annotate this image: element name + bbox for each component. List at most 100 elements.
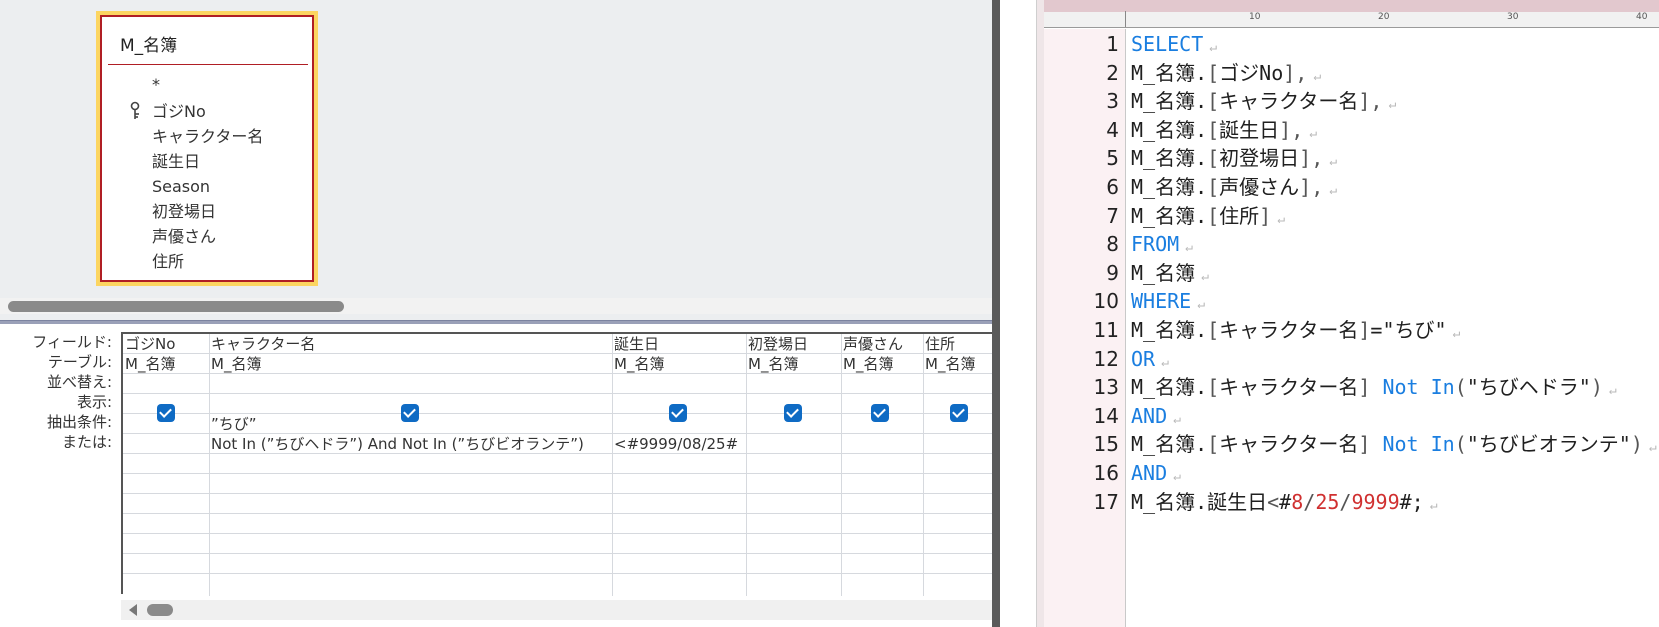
grid-table-cell[interactable]: M_名簿	[614, 354, 664, 374]
sql-token: [	[1207, 203, 1220, 228]
grid-field-cell[interactable]: 初登場日	[748, 334, 808, 354]
grid-table-cell[interactable]: M_名簿	[843, 354, 893, 374]
code-line[interactable]: M_名簿.[誕生日], ↵	[1131, 116, 1317, 144]
line-number: 1	[1106, 32, 1119, 56]
newline-marker-icon: ↵	[1608, 383, 1617, 399]
sql-token: M_名簿.	[1131, 375, 1208, 400]
code-line[interactable]: AND ↵	[1131, 459, 1181, 487]
newline-marker-icon: ↵	[1161, 354, 1169, 370]
sql-token: )	[1590, 375, 1603, 400]
field-item-gojino[interactable]: ゴジNo	[152, 100, 206, 124]
field-item-first-appearance[interactable]: 初登場日	[152, 200, 216, 224]
table-pane-scroll-thumb[interactable]	[8, 301, 344, 312]
newline-marker-icon: ↵	[1209, 40, 1218, 55]
newline-marker-icon: ↵	[1388, 97, 1397, 113]
grid-column-divider[interactable]	[841, 334, 842, 596]
show-checkbox[interactable]	[669, 404, 687, 422]
line-number: 16	[1093, 461, 1119, 485]
code-line[interactable]: M_名簿.[住所] ↵	[1131, 202, 1285, 230]
field-item-season[interactable]: Season	[152, 175, 210, 199]
design-grid[interactable]: ゴジNo M_名簿 キャラクター名 M_名簿 ”ちび” Not In (”ちびヘ…	[121, 332, 994, 596]
sql-token: (	[1454, 432, 1467, 457]
table-pane-scrollbar[interactable]	[0, 298, 992, 314]
show-checkbox[interactable]	[784, 404, 802, 422]
grid-column-divider[interactable]	[612, 334, 613, 596]
grid-scroll-thumb[interactable]	[147, 604, 173, 616]
sql-token: )	[1630, 432, 1643, 457]
field-item-all[interactable]: *	[152, 73, 160, 97]
field-item-birthday[interactable]: 誕生日	[152, 150, 200, 174]
field-item-address[interactable]: 住所	[152, 250, 184, 274]
line-number-gutter: 1 2 3 4 5 6 7 8 9 10 11 12 13 14 15 16 17	[1044, 29, 1126, 627]
grid-scrollbar[interactable]	[121, 600, 992, 620]
code-line[interactable]: M_名簿.[声優さん], ↵	[1131, 173, 1337, 201]
code-line[interactable]: M_名簿.[キャラクター名] Not In("ちびビオランテ") ↵	[1131, 430, 1657, 458]
code-line[interactable]: M_名簿 ↵	[1131, 259, 1209, 287]
grid-criteria-cell[interactable]: ”ちび”	[211, 414, 257, 434]
line-number: 12	[1093, 346, 1119, 371]
line-number: 10	[1093, 289, 1119, 314]
sql-token: ]	[1259, 203, 1272, 228]
grid-or-cell[interactable]: Not In (”ちびヘドラ”) And Not In (”ちびビオランテ”)	[211, 434, 584, 454]
sql-keyword: WHERE	[1131, 289, 1192, 314]
grid-table-cell[interactable]: M_名簿	[925, 354, 975, 374]
grid-column-divider[interactable]	[746, 334, 747, 596]
grid-field-cell[interactable]: キャラクター名	[211, 334, 315, 354]
show-checkbox[interactable]	[401, 404, 419, 422]
code-line[interactable]: AND ↵	[1131, 402, 1181, 430]
show-checkbox[interactable]	[950, 404, 968, 422]
sql-token: (	[1454, 375, 1467, 400]
grid-field-cell[interactable]: 住所	[925, 334, 955, 354]
sql-token: "ちびビオランテ"	[1466, 432, 1631, 457]
table-field-list-border: M_名簿 * ゴジNo キャラクター名 誕生日 Season 初登場日 声優さん…	[100, 15, 314, 282]
sql-token: [	[1207, 175, 1220, 199]
sql-token: 初登場日	[1219, 146, 1300, 171]
grid-table-cell[interactable]: M_名簿	[748, 354, 798, 374]
code-line[interactable]: M_名簿.[ゴジNo], ↵	[1131, 59, 1321, 87]
grid-column-divider[interactable]	[923, 334, 924, 596]
sql-token: /	[1303, 489, 1316, 514]
field-item-voice-actor[interactable]: 声優さん	[152, 225, 216, 249]
editor-margin-strip	[1036, 0, 1044, 627]
sql-token: キャラクター名	[1219, 375, 1359, 400]
grid-field-cell[interactable]: ゴジNo	[125, 334, 175, 354]
code-line[interactable]: M_名簿.[キャラクター名], ↵	[1131, 87, 1396, 115]
grid-table-cell[interactable]: M_名簿	[125, 354, 175, 374]
sql-token: M_名簿.	[1131, 60, 1208, 85]
code-line[interactable]: WHERE ↵	[1131, 287, 1205, 315]
sql-number: 9999	[1351, 489, 1400, 514]
scroll-left-arrow-icon[interactable]	[129, 604, 137, 616]
sql-token: ]	[1358, 375, 1383, 400]
code-line[interactable]: SELECT ↵	[1131, 30, 1217, 58]
field-item-character-name[interactable]: キャラクター名	[152, 125, 263, 149]
code-line[interactable]: M_名簿.[初登場日], ↵	[1131, 144, 1337, 172]
grid-line	[123, 493, 994, 494]
grid-column-divider[interactable]	[209, 334, 210, 596]
grid-field-cell[interactable]: 誕生日	[614, 334, 659, 354]
code-line[interactable]: FROM ↵	[1131, 230, 1193, 258]
sql-token: M_名簿.	[1131, 203, 1208, 228]
sql-keyword: Not In	[1382, 375, 1455, 400]
ruler-mark: 20	[1378, 12, 1390, 22]
newline-marker-icon: ↵	[1309, 125, 1318, 141]
sql-token: キャラクター名	[1219, 89, 1359, 114]
newline-marker-icon: ↵	[1329, 154, 1338, 170]
table-pane[interactable]: M_名簿 * ゴジNo キャラクター名 誕生日 Season 初登場日 声優さん…	[0, 0, 992, 320]
grid-table-cell[interactable]: M_名簿	[211, 354, 261, 374]
show-checkbox[interactable]	[157, 404, 175, 422]
code-line[interactable]: OR ↵	[1131, 345, 1169, 373]
grid-field-cell[interactable]: 声優さん	[843, 334, 903, 354]
show-checkbox[interactable]	[871, 404, 889, 422]
primary-key-icon	[130, 101, 140, 119]
code-line[interactable]: M_名簿.[キャラクター名] Not In("ちびヘドラ") ↵	[1131, 373, 1617, 401]
ruler-mark: 40	[1636, 12, 1648, 22]
code-line[interactable]: M_名簿.[キャラクター名]="ちび" ↵	[1131, 316, 1460, 344]
table-title[interactable]: M_名簿	[120, 31, 177, 56]
table-field-list[interactable]: M_名簿 * ゴジNo キャラクター名 誕生日 Season 初登場日 声優さん…	[96, 11, 318, 286]
line-number: 2	[1106, 60, 1119, 85]
sql-token: M_名簿.	[1131, 432, 1208, 457]
grid-or-cell[interactable]: <#9999/08/25#	[614, 434, 738, 454]
code-line[interactable]: M_名簿.誕生日<#8/25/9999#; ↵	[1131, 488, 1438, 516]
sql-token: [	[1207, 117, 1220, 142]
sql-token: ],	[1283, 60, 1308, 85]
